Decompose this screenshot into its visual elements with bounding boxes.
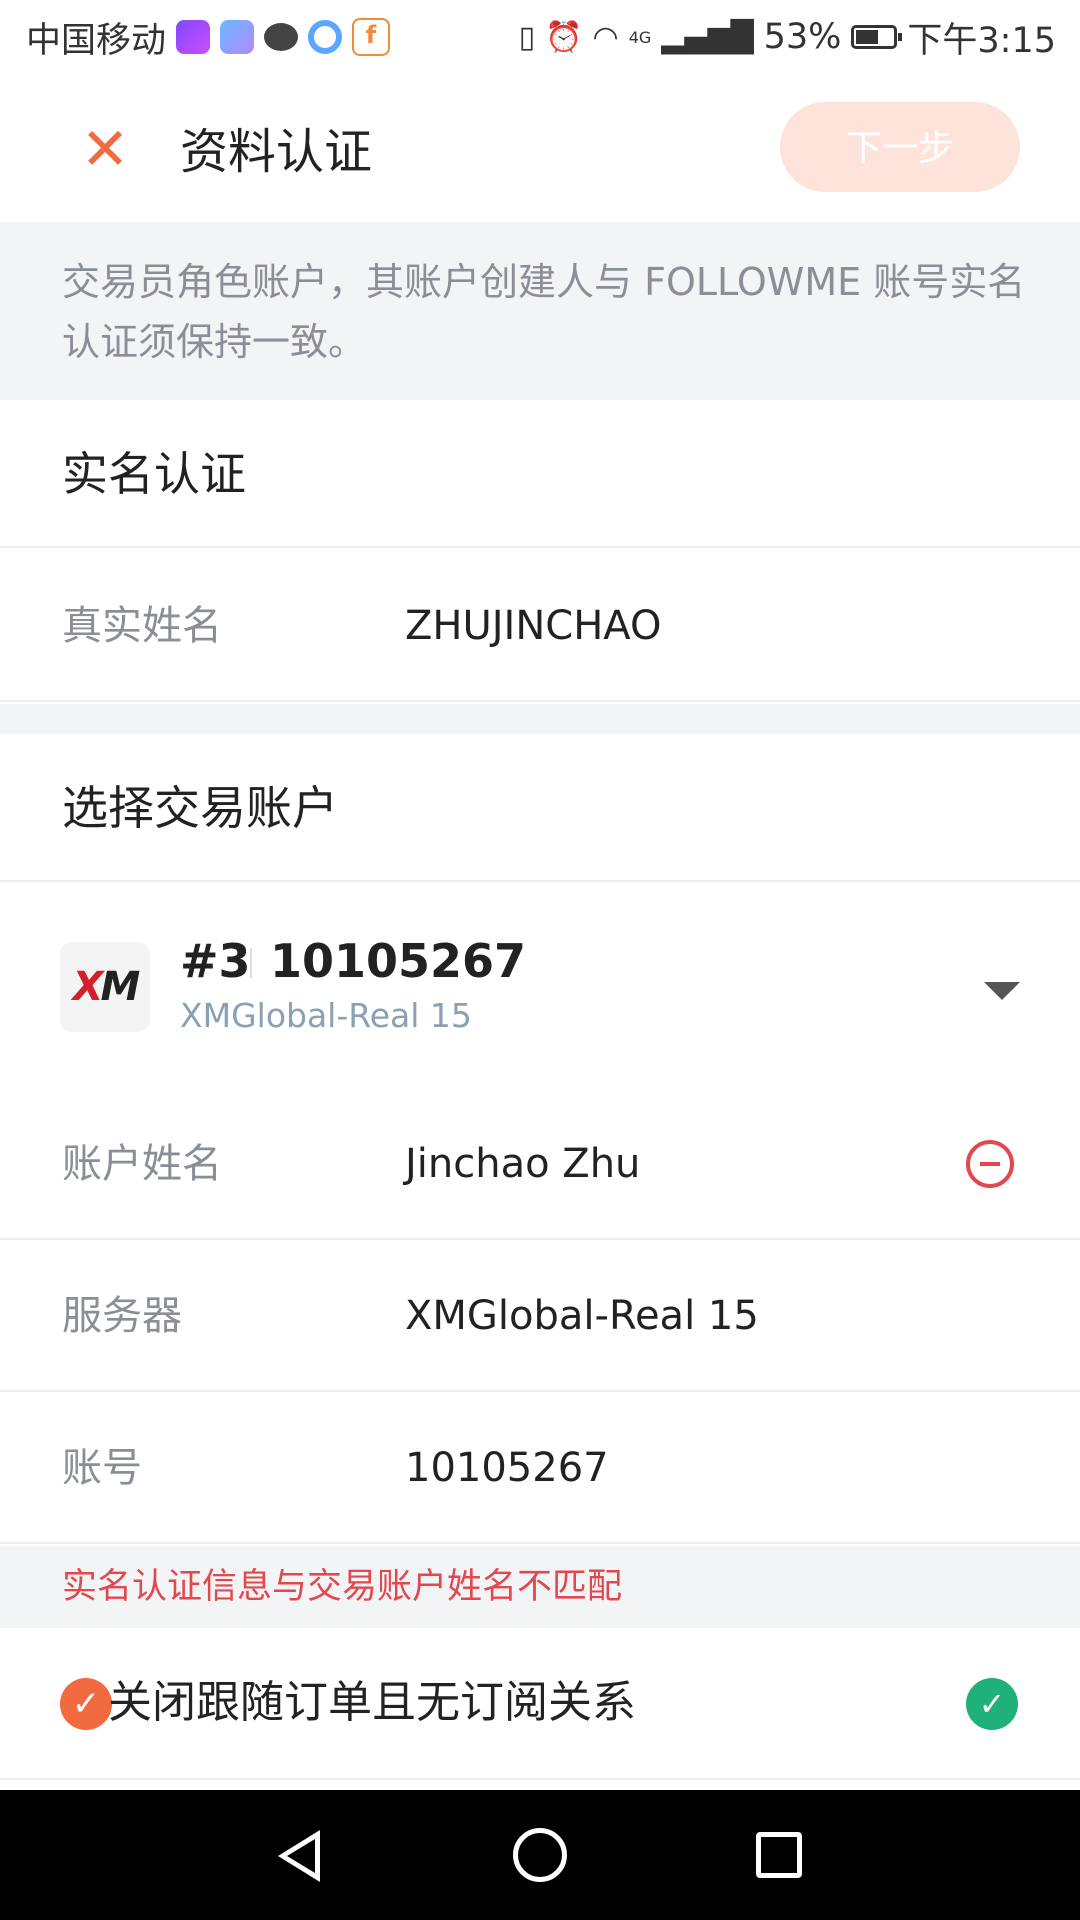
video-app-icon: [176, 20, 211, 54]
account-section-title: 选择交易账户: [0, 734, 1080, 882]
signal-icon: ▂▄▆█: [661, 19, 754, 55]
back-icon[interactable]: [278, 1830, 320, 1882]
real-name-row: 真实姓名 ZHUJINCHAO: [0, 550, 1080, 702]
condition-label: 关闭跟随订单且无订阅关系: [108, 1677, 636, 1728]
browser-app-icon: [308, 20, 343, 54]
vibrate-icon: ▯: [518, 19, 536, 55]
server-row: 服务器 XMGlobal-Real 15: [0, 1240, 1080, 1392]
success-check-icon: ✓: [966, 1678, 1018, 1730]
account-number-row: 账号 10105267: [0, 1392, 1080, 1544]
top-bar: ✕ 资料认证 下一步: [0, 74, 1080, 222]
account-index: #3: [180, 934, 251, 988]
clock: 下午3:15: [907, 20, 1056, 61]
status-bar-right: ▯ ⏰ ◠ 4G ▂▄▆█ 53% 下午3:15: [519, 12, 1056, 63]
chart-app-icon: [220, 20, 255, 54]
real-name-value: ZHUJINCHAO: [405, 603, 662, 649]
account-selector[interactable]: XM #3 10105267 XMGlobal-Real 15: [0, 884, 1080, 1090]
account-number: 10105267: [270, 934, 527, 988]
recent-apps-icon[interactable]: [756, 1832, 802, 1878]
home-icon[interactable]: [513, 1828, 567, 1882]
real-name-section-title: 实名认证: [0, 400, 1080, 548]
check-icon: ✓: [60, 1678, 112, 1730]
close-icon[interactable]: ✕: [78, 120, 132, 178]
info-notice: 交易员角色账户，其账户创建人与 FOLLOWME 账号实名认证须保持一致。: [0, 222, 1080, 400]
account-name-row: 账户姓名 Jinchao Zhu: [0, 1088, 1080, 1240]
system-nav-bar: [0, 1790, 1080, 1920]
account-number-value: 10105267: [405, 1445, 609, 1491]
wifi-icon: ◠: [592, 19, 619, 55]
mismatch-minus-icon: [966, 1140, 1014, 1188]
status-bar: 中国移动 f ▯ ⏰ ◠ 4G ▂▄▆█ 53% 下午3:15: [0, 0, 1080, 74]
page-title: 资料认证: [180, 124, 373, 180]
chat-app-icon: [264, 23, 299, 51]
error-message: 实名认证信息与交易账户姓名不匹配: [0, 1546, 1080, 1628]
status-bar-left: 中国移动 f: [26, 12, 391, 63]
server-value: XMGlobal-Real 15: [405, 1293, 759, 1339]
account-server: XMGlobal-Real 15: [180, 996, 472, 1035]
alarm-icon: ⏰: [545, 19, 583, 55]
divider: [250, 948, 252, 978]
carrier-name: 中国移动: [26, 20, 167, 61]
followme-app-icon: f: [352, 18, 391, 56]
chevron-down-icon[interactable]: [984, 982, 1020, 1000]
real-name-label: 真实姓名: [62, 603, 222, 649]
server-label: 服务器: [62, 1293, 182, 1339]
account-name-value: Jinchao Zhu: [405, 1141, 641, 1187]
next-step-button[interactable]: 下一步: [780, 102, 1020, 192]
battery-percent: 53%: [763, 17, 842, 57]
account-name-label: 账户姓名: [62, 1141, 222, 1187]
account-number-label: 账号: [62, 1445, 142, 1491]
condition-row: ✓ 关闭跟随订单且无订阅关系 ✓: [0, 1628, 1080, 1780]
section-gap: [0, 704, 1080, 734]
xm-broker-logo: XM: [60, 942, 150, 1032]
battery-icon: [851, 25, 903, 49]
network-type: 4G: [628, 27, 652, 47]
